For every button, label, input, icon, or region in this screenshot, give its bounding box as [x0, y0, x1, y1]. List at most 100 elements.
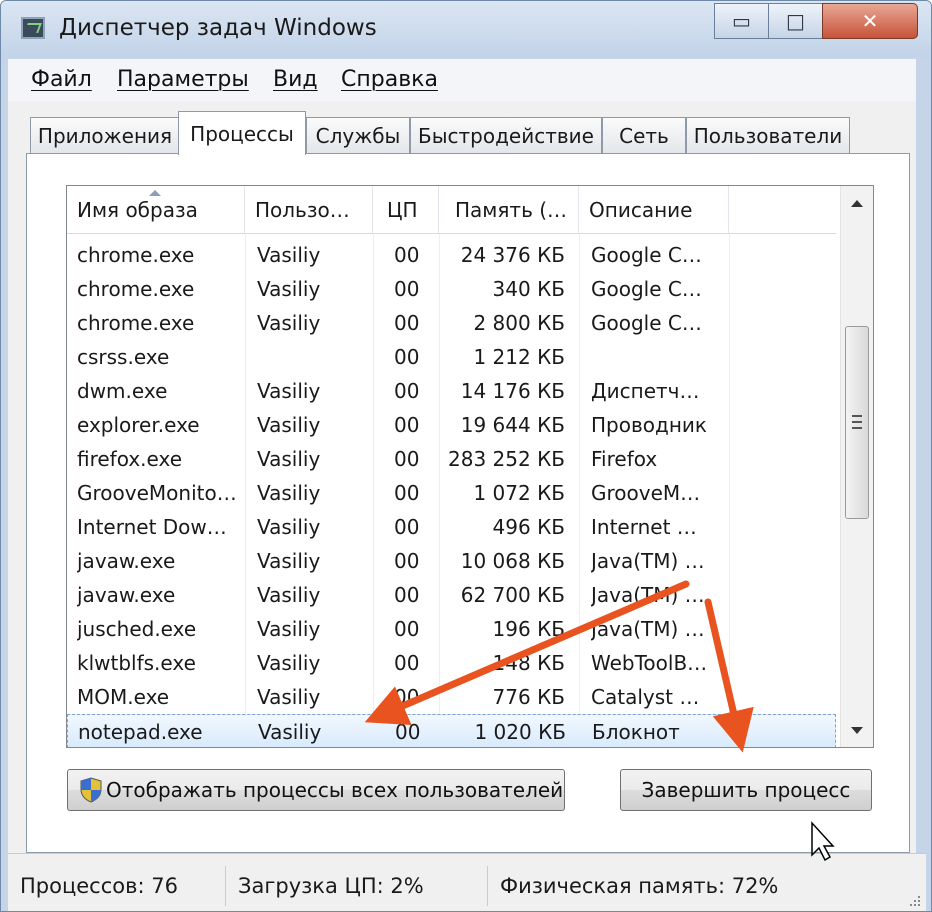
- cell-user: Vasiliy: [257, 651, 321, 675]
- tab-applications[interactable]: Приложения: [30, 117, 180, 153]
- menu-help[interactable]: Справка: [341, 67, 438, 92]
- resize-grip-icon[interactable]: [908, 894, 922, 908]
- process-row[interactable]: Internet Dow… Vasiliy 00 496 КБ Internet …: [67, 510, 836, 544]
- cell-memory: 62 700 КБ: [460, 583, 565, 607]
- process-row[interactable]: notepad.exe Vasiliy 00 1 020 КБ Блокнот: [67, 714, 836, 747]
- process-row[interactable]: csrss.exe 00 1 212 КБ: [67, 340, 836, 374]
- cell-description: Firefox: [591, 447, 658, 471]
- show-all-processes-label: Отображать процессы всех пользователей: [106, 778, 564, 802]
- scroll-down-icon[interactable]: [851, 727, 863, 734]
- cell-description: GrooveM…: [591, 481, 701, 505]
- column-memory[interactable]: Память (…: [439, 186, 579, 233]
- process-row[interactable]: javaw.exe Vasiliy 00 62 700 КБ Java(TM) …: [67, 578, 836, 612]
- cell-user: Vasiliy: [257, 617, 321, 641]
- cell-memory: 496 КБ: [492, 515, 565, 539]
- cell-cpu: 00: [394, 345, 420, 369]
- process-row[interactable]: MOM.exe Vasiliy 00 776 КБ Catalyst …: [67, 680, 836, 714]
- cell-cpu: 00: [394, 583, 420, 607]
- process-row[interactable]: GrooveMonito… Vasiliy 00 1 072 КБ GrooveM…: [67, 476, 836, 510]
- scroll-up-icon[interactable]: [851, 200, 863, 207]
- task-manager-window: Диспетчер задач Windows ▭ □ ✕ Файл Парам…: [0, 0, 932, 912]
- tab-users[interactable]: Пользователи: [686, 117, 850, 153]
- process-row[interactable]: explorer.exe Vasiliy 00 19 644 КБ Проводник: [67, 408, 836, 442]
- close-button[interactable]: ✕: [822, 3, 918, 39]
- cell-image-name: chrome.exe: [77, 277, 195, 301]
- tab-network[interactable]: Сеть: [602, 117, 686, 153]
- sort-ascending-icon: [149, 190, 161, 196]
- column-cpu[interactable]: ЦП: [373, 186, 439, 233]
- cell-user: [257, 340, 373, 374]
- cell-user: Vasiliy: [257, 413, 321, 437]
- column-user[interactable]: Пользо…: [245, 186, 373, 233]
- process-row[interactable]: dwm.exe Vasiliy 00 14 176 КБ Диспетч…: [67, 374, 836, 408]
- column-image-name-label: Имя образа: [77, 197, 198, 222]
- process-row[interactable]: chrome.exe Vasiliy 00 340 КБ Google C…: [67, 272, 836, 306]
- cell-user: Vasiliy: [257, 583, 321, 607]
- cell-image-name: csrss.exe: [77, 345, 170, 369]
- menu-view[interactable]: Вид: [273, 67, 318, 92]
- cell-description: [591, 340, 731, 374]
- cell-user: Vasiliy: [257, 549, 321, 573]
- cell-cpu: 00: [394, 515, 420, 539]
- menu-file[interactable]: Файл: [31, 67, 92, 92]
- cell-image-name: notepad.exe: [78, 720, 203, 744]
- tab-performance[interactable]: Быстродействие: [410, 117, 602, 153]
- tab-processes[interactable]: Процессы: [178, 111, 306, 155]
- end-process-button[interactable]: Завершить процесс: [620, 769, 872, 811]
- process-row[interactable]: chrome.exe Vasiliy 00 2 800 КБ Google C…: [67, 306, 836, 340]
- show-all-processes-button[interactable]: Отображать процессы всех пользователей: [67, 769, 565, 811]
- cell-description: Java(TM) …: [591, 583, 705, 607]
- cell-memory: 14 176 КБ: [460, 379, 565, 403]
- cell-user: Vasiliy: [257, 277, 321, 301]
- cell-image-name: MOM.exe: [77, 685, 170, 709]
- cell-memory: 1 072 КБ: [473, 481, 565, 505]
- process-list[interactable]: Имя образа Пользо… ЦП Память (… Описание…: [66, 185, 874, 748]
- cell-user: Vasiliy: [257, 447, 321, 471]
- cell-description: Google C…: [591, 311, 702, 335]
- cell-image-name: explorer.exe: [77, 413, 200, 437]
- minimize-button[interactable]: ▭: [714, 3, 769, 39]
- vertical-scrollbar[interactable]: [840, 186, 873, 747]
- scroll-thumb[interactable]: [845, 326, 869, 519]
- list-header: Имя образа Пользо… ЦП Память (… Описание: [67, 186, 836, 234]
- status-bar: Процессов: 76 Загрузка ЦП: 2% Физическая…: [8, 853, 926, 911]
- process-row[interactable]: jusched.exe Vasiliy 00 196 КБ Java(TM) …: [67, 612, 836, 646]
- uac-shield-icon: [80, 777, 102, 803]
- maximize-button[interactable]: □: [768, 3, 823, 39]
- process-row[interactable]: chrome.exe Vasiliy 00 24 376 КБ Google C…: [67, 238, 836, 272]
- cell-memory: 776 КБ: [492, 685, 565, 709]
- cell-memory: 196 КБ: [492, 617, 565, 641]
- title-bar[interactable]: Диспетчер задач Windows ▭ □ ✕: [1, 1, 931, 57]
- client-area: Приложения Процессы Службы Быстродействи…: [8, 101, 916, 853]
- cell-memory: 24 376 КБ: [460, 243, 565, 267]
- window-title: Диспетчер задач Windows: [59, 15, 377, 41]
- status-memory-usage: Физическая память: 72%: [500, 874, 779, 898]
- cell-cpu: 00: [394, 651, 420, 675]
- process-row[interactable]: firefox.exe Vasiliy 00 283 252 КБ Firefox: [67, 442, 836, 476]
- cell-memory: 10 068 КБ: [460, 549, 565, 573]
- cell-memory: 1 020 КБ: [474, 720, 566, 744]
- menu-options[interactable]: Параметры: [117, 67, 249, 92]
- close-icon: ✕: [861, 9, 879, 33]
- cell-description: Java(TM) …: [591, 549, 705, 573]
- cell-user: Vasiliy: [258, 720, 322, 744]
- cell-image-name: chrome.exe: [77, 311, 195, 335]
- column-description[interactable]: Описание: [579, 186, 729, 233]
- column-image-name[interactable]: Имя образа: [67, 186, 245, 233]
- process-row[interactable]: javaw.exe Vasiliy 00 10 068 КБ Java(TM) …: [67, 544, 836, 578]
- status-cpu-usage: Загрузка ЦП: 2%: [226, 866, 488, 906]
- column-cpu-label: ЦП: [387, 197, 418, 222]
- cell-description: Internet …: [591, 515, 697, 539]
- cell-cpu: 00: [394, 243, 420, 267]
- process-row[interactable]: klwtblfs.exe Vasiliy 00 148 КБ WebToolB…: [67, 646, 836, 680]
- cell-user: Vasiliy: [257, 481, 321, 505]
- cell-description: Google C…: [591, 277, 702, 301]
- cell-description: Диспетч…: [591, 379, 700, 403]
- cell-memory: 1 212 КБ: [473, 345, 565, 369]
- cell-memory: 283 252 КБ: [448, 447, 565, 471]
- grip-line: [852, 427, 862, 429]
- grip-line: [852, 421, 862, 423]
- menu-bar: Файл Параметры Вид Справка: [8, 59, 916, 101]
- cell-cpu: 00: [394, 447, 420, 471]
- tab-services[interactable]: Службы: [306, 117, 410, 153]
